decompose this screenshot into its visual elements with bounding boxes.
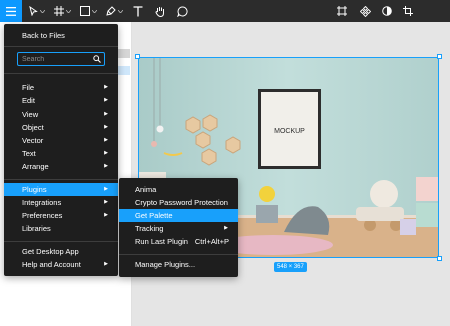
menu-item-get-desktop-app[interactable]: Get Desktop App (4, 245, 118, 258)
submenu-arrow-icon: ▶ (104, 199, 108, 205)
hand-tool-button[interactable] (153, 0, 167, 22)
crop-icon (403, 6, 413, 16)
submenu-arrow-icon: ▶ (104, 124, 108, 130)
layer-row-stub (118, 49, 130, 58)
submenu-arrow-icon: ▶ (104, 111, 108, 117)
contrast-mask-icon (382, 6, 392, 16)
menu-separator (4, 241, 118, 242)
shortcut-label: Ctrl+Alt+P (194, 237, 229, 246)
chevron-down-icon (65, 9, 71, 13)
move-tool-button[interactable] (28, 0, 46, 22)
search-icon (93, 55, 101, 63)
mask-button[interactable] (380, 0, 394, 22)
comment-icon (176, 5, 188, 17)
mockup-label: MOCKUP (274, 128, 305, 135)
pen-tool-button[interactable] (105, 0, 123, 22)
plugin-item-crypto-password-protection[interactable]: Crypto Password Protection (119, 196, 238, 209)
submenu-arrow-icon: ▶ (104, 186, 108, 192)
manage-plugins-item[interactable]: Manage Plugins... (119, 258, 238, 271)
plugin-item-tracking[interactable]: Tracking ▶ (119, 222, 238, 235)
frame-selection-button[interactable] (335, 0, 349, 22)
menu-item-label: Object (22, 123, 44, 132)
menu-item-text[interactable]: Text ▶ (4, 147, 118, 160)
plugin-item-run-last-plugin[interactable]: Run Last Plugin Ctrl+Alt+P (119, 235, 238, 248)
plugin-item-get-palette[interactable]: Get Palette (119, 209, 238, 222)
text-tool-button[interactable] (131, 0, 145, 22)
menu-item-arrange[interactable]: Arrange ▶ (4, 160, 118, 173)
resize-handle-top-left[interactable] (135, 54, 140, 59)
component-icon (359, 5, 371, 17)
plugins-submenu: Anima Crypto Password Protection Get Pal… (119, 178, 238, 277)
back-to-files-item[interactable]: Back to Files (4, 29, 118, 42)
menu-item-label: Run Last Plugin (135, 237, 188, 246)
search-input[interactable] (18, 53, 90, 65)
submenu-arrow-icon: ▶ (104, 261, 108, 267)
rectangle-shape-icon (79, 6, 90, 16)
menu-item-label: View (22, 110, 39, 119)
menu-item-label: File (22, 83, 35, 92)
menu-item-libraries[interactable]: Libraries (4, 222, 118, 235)
main-menu: Back to Files File▶ Edit▶ View▶ Object▶ … (4, 24, 118, 276)
layer-row-stub (118, 66, 130, 75)
menu-item-label: Vector (22, 136, 44, 145)
frame-tool-button[interactable] (53, 0, 71, 22)
comment-tool-button[interactable] (175, 0, 189, 22)
menu-item-object[interactable]: Object ▶ (4, 121, 118, 134)
chevron-down-icon (40, 9, 45, 13)
menu-item-help-and-account[interactable]: Help and Account ▶ (4, 258, 118, 271)
text-tool-icon (133, 5, 143, 16)
menu-item-edit[interactable]: Edit ▶ (4, 94, 118, 107)
menu-item-integrations[interactable]: Integrations ▶ (4, 196, 118, 209)
menu-item-view[interactable]: View ▶ (4, 108, 118, 121)
menu-item-label: Edit (22, 96, 35, 105)
resize-handle-bottom-right[interactable] (437, 256, 442, 261)
plugin-item-anima[interactable]: Anima (119, 183, 238, 196)
menu-item-label: Libraries (22, 224, 51, 233)
frame-selection-icon (337, 6, 347, 16)
main-menu-button[interactable] (0, 0, 22, 22)
menu-separator (4, 46, 118, 47)
menu-item-label: Integrations (22, 198, 62, 207)
hamburger-menu-icon (6, 6, 16, 16)
menu-item-label: Get Desktop App (22, 247, 79, 256)
search-field[interactable] (17, 52, 105, 66)
menu-item-label: Plugins (22, 185, 47, 194)
menu-item-plugins[interactable]: Plugins ▶ (4, 183, 118, 196)
menu-item-label: Tracking (135, 224, 164, 233)
crop-button[interactable] (401, 0, 415, 22)
hand-tool-icon (155, 6, 164, 17)
menu-item-label: Arrange (22, 162, 49, 171)
menu-separator (4, 179, 118, 180)
size-badge: 548 × 367 (274, 262, 307, 272)
submenu-arrow-icon: ▶ (104, 137, 108, 143)
menu-separator (119, 254, 238, 255)
menu-separator (4, 73, 118, 74)
menu-item-label: Text (22, 149, 36, 158)
menu-item-file[interactable]: File ▶ (4, 81, 118, 94)
pen-icon (105, 6, 116, 16)
submenu-arrow-icon: ▶ (224, 225, 228, 231)
menu-item-preferences[interactable]: Preferences ▶ (4, 209, 118, 222)
menu-item-label: Preferences (22, 211, 63, 220)
submenu-arrow-icon: ▶ (104, 212, 108, 218)
frame-hash-icon (53, 6, 64, 16)
top-toolbar (0, 0, 450, 22)
chevron-down-icon (91, 9, 97, 13)
menu-item-label: Help and Account (22, 260, 81, 269)
chevron-down-icon (117, 9, 123, 13)
submenu-arrow-icon: ▶ (104, 163, 108, 169)
submenu-arrow-icon: ▶ (104, 97, 108, 103)
submenu-arrow-icon: ▶ (104, 150, 108, 156)
submenu-arrow-icon: ▶ (104, 84, 108, 90)
menu-item-vector[interactable]: Vector ▶ (4, 134, 118, 147)
shape-tool-button[interactable] (79, 0, 97, 22)
move-arrow-icon (29, 6, 38, 16)
resize-handle-top-right[interactable] (437, 54, 442, 59)
component-button[interactable] (358, 0, 372, 22)
